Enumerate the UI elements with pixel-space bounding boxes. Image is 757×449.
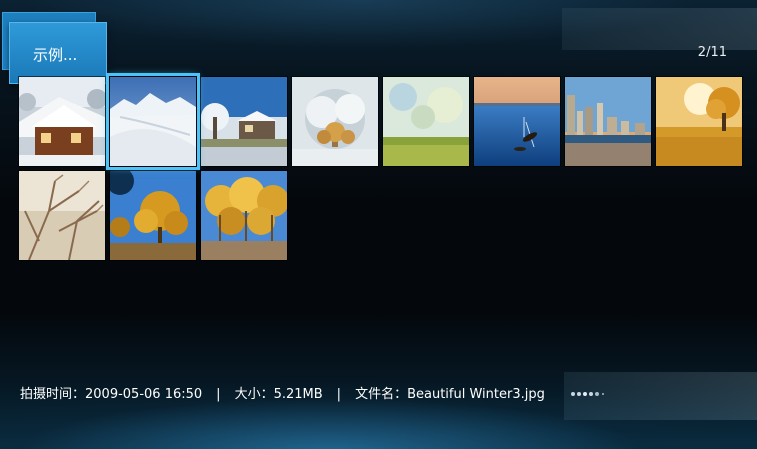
photo-info-bar: 拍摄时间：2009-05-06 16:50 | 大小：5.21MB | 文件名：Beau… (20, 383, 545, 402)
separator: | (216, 387, 221, 402)
folder-label: 示例... (33, 46, 78, 64)
separator: | (336, 387, 342, 402)
file-name-label: 文件名： (355, 387, 408, 402)
top-right-highlight (562, 8, 757, 50)
thumb-autumn-tree[interactable] (655, 76, 743, 167)
loading-indicator-icon (571, 392, 604, 396)
thumb-snow-cabin[interactable] (18, 76, 106, 167)
capture-time-label: 拍摄时间： (20, 387, 86, 402)
thumb-winter-house[interactable] (200, 76, 288, 167)
thumb-yellow-trees[interactable] (109, 170, 197, 261)
file-size-value: 5.21MB (273, 387, 323, 402)
thumb-city-waterfront[interactable] (564, 76, 652, 167)
thumb-green-field[interactable] (382, 76, 470, 167)
thumb-bare-branches[interactable] (18, 170, 106, 261)
thumb-frost-tree[interactable] (291, 76, 379, 167)
thumb-snow-slope[interactable] (106, 73, 200, 170)
file-name-value: Beautiful Winter3.jpg (407, 387, 545, 402)
thumb-golden-forest[interactable] (200, 170, 288, 261)
capture-time-value: 2009-05-06 16:50 (85, 387, 203, 402)
page-indicator: 2/11 (697, 45, 727, 60)
thumb-sunset-boat[interactable] (473, 76, 561, 167)
file-size-label: 大小： (234, 387, 274, 402)
photo-browser: 示例... 2/11 拍摄时间：2009-05-06 16:50 | 大小：5.… (0, 0, 757, 449)
